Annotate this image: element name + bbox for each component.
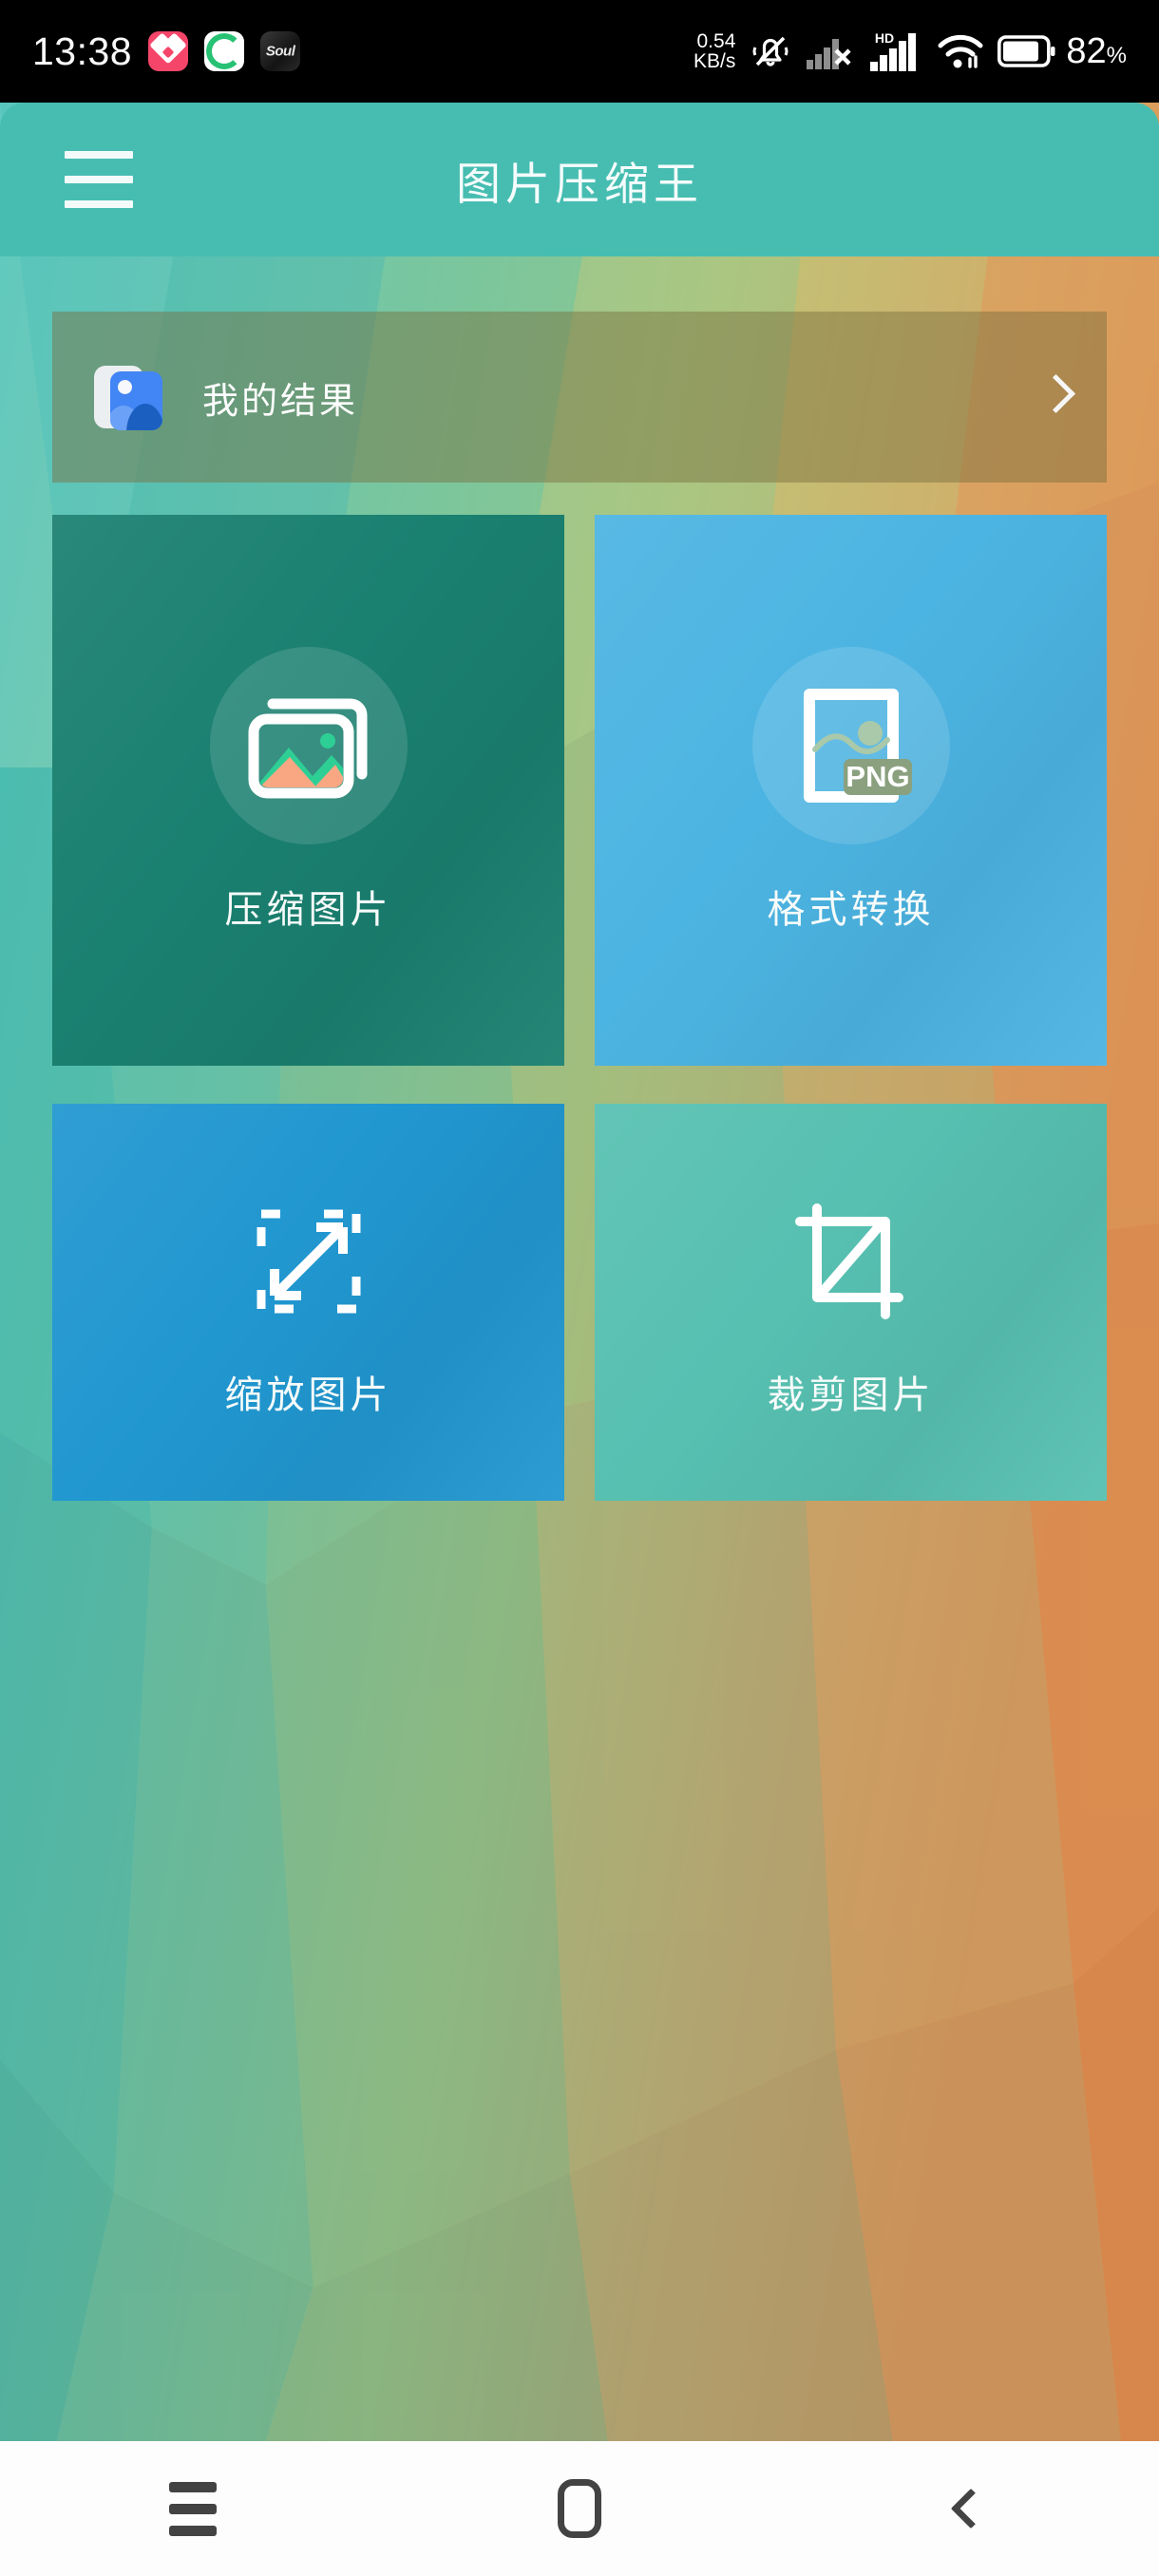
png-badge-text: PNG [846,760,909,793]
icon-disc: PNG [751,647,950,844]
recents-icon [169,2481,218,2536]
menu-bar-1 [65,151,133,159]
gallery-photos-icon [94,360,162,434]
gallery-icon-front-card [110,371,162,430]
tile-label: 裁剪图片 [767,1374,935,1416]
tile-label: 格式转换 [767,889,935,931]
nav-home-button[interactable] [508,2441,651,2576]
volte-hd-label: HD [875,30,894,46]
my-results-banner[interactable]: 我的结果 [52,312,1107,483]
app-bar: 图片压缩王 [0,103,1159,256]
crop-tool-icon [794,1203,903,1319]
phone-screen: 图片压缩王 我的结果 压缩图片 PNG 格式转换 缩放图片 裁剪图片 13:38… [0,0,1159,2576]
soul-app-icon-label: Soul [265,43,295,60]
network-speed-unit: KB/s [694,50,736,72]
page-title: 图片压缩王 [456,158,703,209]
tile-icon-wrap [209,647,408,844]
tile-icon-wrap [775,1185,927,1337]
status-bar-left: 13:38 Soul [32,28,301,74]
gallery-icon-sun [118,380,132,394]
network-speed: 0.54 KB/s [694,29,736,72]
menu-bar-3 [65,200,133,208]
tile-label: 压缩图片 [224,889,392,931]
tile-compress-image[interactable]: 压缩图片 [52,515,564,1066]
tile-label: 缩放图片 [224,1374,392,1416]
recents-bar-3 [169,2525,218,2536]
soul-app-icon: Soul [260,31,301,71]
recents-bar-2 [169,2503,218,2514]
green-refresh-app-icon [204,31,245,71]
nav-back-button[interactable] [895,2441,1037,2576]
resize-expand-arrows-icon [256,1209,360,1314]
tile-icon-wrap [233,1185,385,1337]
home-icon [557,2479,601,2538]
icon-plain [775,1185,927,1337]
status-bar: 13:38 Soul 0.54 KB/s HD 82% [0,0,1159,103]
battery-icon [998,35,1055,67]
my-results-label: 我的结果 [202,381,359,422]
nav-recents-button[interactable] [122,2441,264,2576]
tile-resize-image[interactable]: 缩放图片 [52,1104,564,1501]
wifi-icon [938,34,983,68]
tile-icon-wrap: PNG [751,647,950,844]
sim1-signal-no-service-icon [807,39,851,69]
recents-bar-1 [169,2481,218,2492]
mute-bell-icon [752,36,788,66]
status-clock: 13:38 [32,28,133,73]
tile-format-convert[interactable]: PNG 格式转换 [595,515,1107,1066]
icon-plain [233,1185,385,1337]
battery-percent-symbol: % [1106,42,1127,68]
android-nav-bar [0,2441,1159,2576]
heart-app-icon [148,31,189,71]
network-speed-value: 0.54 [696,29,736,52]
stacked-photos-icon [248,698,367,799]
battery-percent: 82% [1066,31,1127,72]
menu-bar-2 [65,176,133,183]
chevron-right-icon[interactable] [1040,374,1065,420]
tile-row-2: 缩放图片 裁剪图片 [52,1104,1107,1501]
tile-row-1: 压缩图片 PNG 格式转换 [52,515,1107,1066]
tile-crop-image[interactable]: 裁剪图片 [595,1104,1107,1501]
battery-percent-value: 82 [1066,30,1107,71]
sim2-signal-icon: HD [870,30,917,71]
hamburger-menu-icon[interactable] [65,151,133,208]
image-format-png-icon: PNG [803,689,912,803]
icon-disc [209,647,408,844]
back-icon [950,2488,991,2529]
feature-tile-grid: 压缩图片 PNG 格式转换 缩放图片 裁剪图片 [52,515,1107,1501]
status-bar-right: 0.54 KB/s HD 82% [694,29,1127,73]
